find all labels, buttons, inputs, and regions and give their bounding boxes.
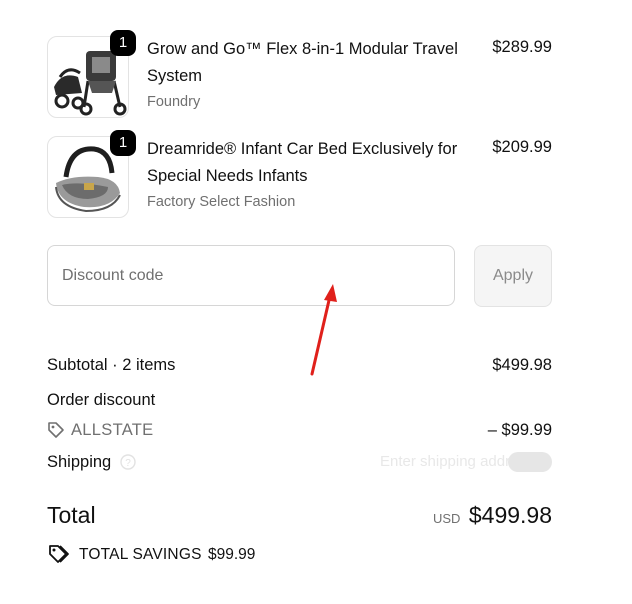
product-title: Dreamride® Infant Car Bed Exclusively fo…	[147, 140, 458, 185]
product-thumbnail: 1	[47, 30, 136, 118]
product-vendor: Factory Select Fashion	[147, 194, 296, 210]
subtotal-value: $499.98	[492, 356, 552, 374]
discount-value: – $99.99	[487, 421, 552, 439]
total-savings-label: TOTAL SAVINGS	[79, 546, 202, 563]
shipping-label: Shipping	[47, 453, 112, 471]
total-label: Total	[47, 502, 96, 528]
product-thumbnail: 1	[47, 130, 136, 218]
svg-text:?: ?	[125, 458, 131, 469]
quantity-badge: 1	[110, 130, 136, 156]
order-discount-label: Order discount	[47, 391, 156, 409]
tag-icon	[48, 422, 64, 438]
info-icon[interactable]: ?	[120, 454, 136, 470]
product-title: Grow and Go™ Flex 8-in-1 Modular Travel …	[147, 40, 458, 85]
cart-item: 1 Dreamride® Infant Car Bed Exclusively …	[47, 130, 552, 218]
total-savings-value: $99.99	[208, 546, 256, 563]
currency-code: USD	[433, 511, 461, 526]
subtotal-label: Subtotal · 2 items	[47, 356, 176, 374]
quantity-badge: 1	[110, 30, 136, 56]
shipping-placeholder-pill	[508, 452, 552, 472]
savings-tag-icon	[49, 545, 69, 563]
product-vendor: Foundry	[147, 94, 201, 110]
annotation-arrow-icon	[310, 284, 337, 376]
discount-code-input[interactable]	[47, 245, 455, 306]
discount-code-label: ALLSTATE	[71, 421, 154, 439]
cart-item: 1 Grow and Go™ Flex 8-in-1 Modular Trave…	[47, 30, 552, 118]
product-price: $209.99	[492, 138, 552, 156]
apply-discount-button[interactable]: Apply	[474, 245, 552, 307]
product-price: $289.99	[492, 38, 552, 56]
total-value: $499.98	[468, 502, 552, 528]
